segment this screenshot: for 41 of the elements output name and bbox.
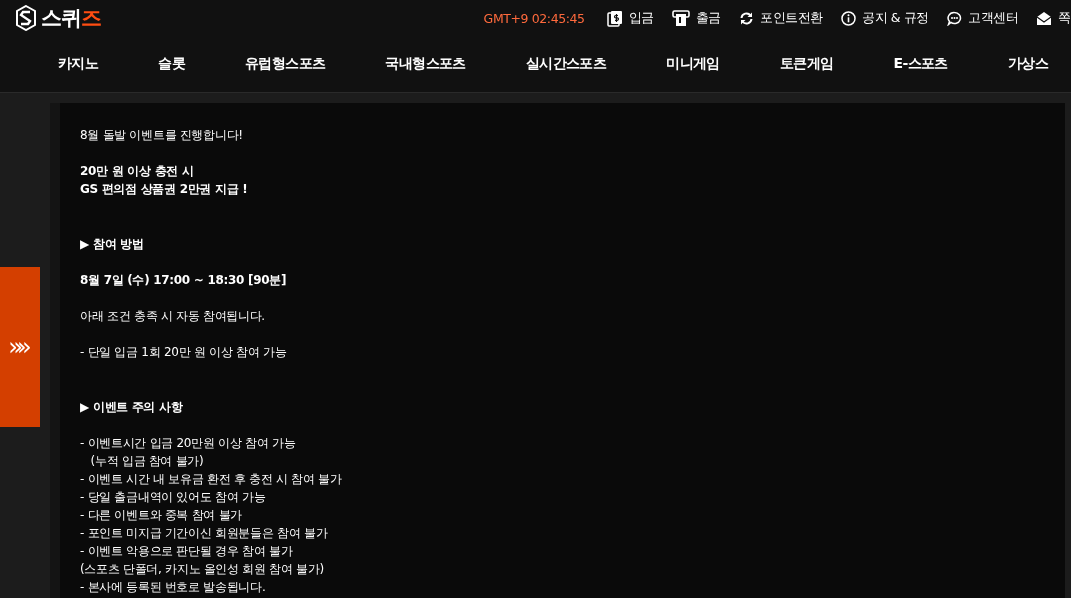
notice-text: - 이벤트시간 입금 20만원 이상 참여 가능 [80, 435, 297, 452]
notice-text: - 이벤트 시간 내 보유금 환전 후 충전 시 참여 불가 [80, 471, 343, 488]
notice-text: (스포츠 단폴더, 카지노 올인성 회원 참여 불가) [80, 561, 325, 578]
notice-text: (누적 입금 참여 불가) [89, 453, 205, 470]
header-link[interactable]: 공지 & 규정 [841, 9, 929, 27]
nav-tab[interactable]: 국내형스포츠 [385, 55, 466, 73]
notice-text: - 다른 이벤트와 중복 참여 불가 [80, 507, 243, 524]
notice-text: 8월 돌발 이벤트를 진행합니다! [80, 127, 244, 144]
info-icon [841, 10, 857, 26]
nav-tab[interactable]: 실시간스포츠 [525, 55, 607, 73]
notice-text: - 포인트 미지급 기간이신 회원분들은 참여 불가 [80, 525, 329, 542]
notice-text: - 본사에 등록된 번호로 발송됩니다. [80, 579, 267, 596]
notice-text: - 이벤트 악용으로 판단될 경우 참여 불가 [80, 543, 294, 560]
header-link[interactable]: 출금 [671, 9, 722, 27]
nav-tab[interactable]: 토큰게임 [779, 55, 834, 73]
notice-text: 20만 원 이상 충전 시 [80, 163, 195, 180]
site-logo[interactable]: 스퀴즈 [15, 4, 101, 32]
notice-text: 8월 7일 (수) 17:00 ~ 18:30 [90분] [80, 272, 288, 289]
notice-text: 아래 조건 충족 시 자동 참여됩니다. [80, 308, 266, 325]
nav-tab[interactable]: 가상스 [1007, 55, 1049, 73]
envelope-icon [1036, 10, 1053, 26]
wallet-icon [606, 9, 623, 27]
nav-tab[interactable]: 미니게임 [666, 55, 720, 73]
notice-text: - 당일 출금내역이 있어도 참여 가능 [80, 489, 267, 506]
refresh-icon [739, 10, 755, 26]
chat-icon [947, 10, 962, 26]
atm-icon [671, 9, 690, 27]
notice-text: - 단일 입금 1회 20만 원 이상 참여 가능 [80, 344, 288, 361]
clock-text: GMT+9 02:45:45 [483, 10, 585, 26]
header-link[interactable]: 고객센터 [947, 9, 1019, 27]
notice-text: GS 편의점 상품권 2만권 지급 ! [80, 181, 249, 198]
nav-tab[interactable]: 슬롯 [158, 55, 185, 73]
header-link[interactable]: 입금 [606, 9, 654, 27]
header-link[interactable]: 쪽 [1036, 9, 1071, 27]
nav-tab[interactable]: 카지노 [58, 55, 99, 73]
nav-tab[interactable]: E-스포츠 [893, 55, 948, 73]
nav-tab[interactable]: 유럽형스포츠 [245, 55, 326, 73]
header-link[interactable]: 포인트전환 [739, 9, 824, 27]
section-heading: ▶ 참여 방법 [80, 236, 145, 253]
section-heading: ▶ 이벤트 주의 사항 [80, 399, 184, 416]
expand-tab[interactable]: »» [0, 267, 40, 427]
